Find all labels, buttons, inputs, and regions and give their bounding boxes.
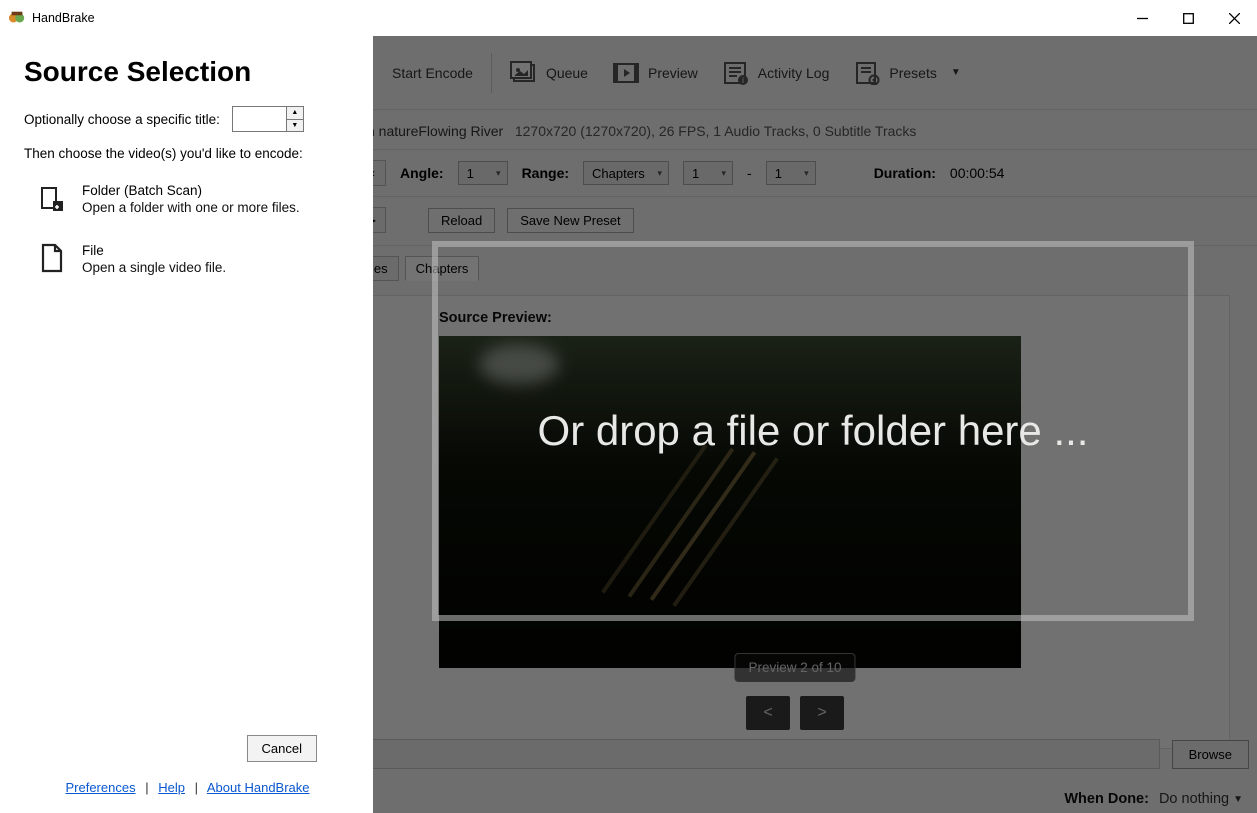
source-preview-label: Source Preview: <box>439 310 1213 326</box>
spin-up-button[interactable]: ▲ <box>286 106 304 120</box>
titlebar: HandBrake <box>0 0 1257 36</box>
activity-log-button[interactable]: i Activity Log <box>710 60 842 86</box>
range-type-select[interactable]: Chapters▾ <box>583 161 669 185</box>
folder-option-subtitle: Open a folder with one or more files. <box>82 200 300 215</box>
close-button[interactable] <box>1211 2 1257 34</box>
preview-count-badge: Preview 2 of 10 <box>734 653 855 682</box>
presets-icon <box>853 60 881 86</box>
preview-prev-button[interactable]: < <box>746 696 790 730</box>
tab-chapters[interactable]: Chapters <box>405 256 480 281</box>
reload-button[interactable]: Reload <box>428 208 495 233</box>
chevron-down-icon: ▼ <box>951 67 961 78</box>
output-row: Browse <box>360 739 1249 769</box>
footer-links: Preferences | Help | About HandBrake <box>65 780 309 795</box>
queue-icon <box>510 60 538 86</box>
folder-option-title: Folder (Batch Scan) <box>82 183 300 198</box>
queue-button[interactable]: Queue <box>498 60 600 86</box>
presets-button[interactable]: Presets ▼ <box>841 60 972 86</box>
range-label: Range: <box>522 165 569 181</box>
browse-button[interactable]: Browse <box>1172 740 1249 769</box>
output-path-field[interactable] <box>360 739 1160 769</box>
angle-label: Angle: <box>400 165 444 181</box>
preferences-link[interactable]: Preferences <box>65 780 135 795</box>
angle-select[interactable]: 1▾ <box>458 161 508 185</box>
specific-title-label: Optionally choose a specific title: <box>24 112 220 127</box>
open-file-option[interactable]: File Open a single video file. <box>24 243 351 275</box>
save-new-preset-button[interactable]: Save New Preset <box>507 208 633 233</box>
panel-title: Source Selection <box>24 56 351 88</box>
file-option-subtitle: Open a single video file. <box>82 260 226 275</box>
file-option-title: File <box>82 243 226 258</box>
choose-videos-label: Then choose the video(s) you'd like to e… <box>24 146 351 161</box>
range-separator: - <box>747 165 752 181</box>
preview-thumbnail <box>439 336 1021 668</box>
about-link[interactable]: About HandBrake <box>207 780 310 795</box>
spin-down-button[interactable]: ▼ <box>286 120 304 133</box>
when-done-row: When Done: Do nothing▼ <box>1064 791 1243 807</box>
title-number-input[interactable]: ▲ ▼ <box>232 106 304 132</box>
source-selection-panel: Source Selection Optionally choose a spe… <box>0 36 373 813</box>
help-link[interactable]: Help <box>158 780 185 795</box>
preview-button[interactable]: Preview <box>600 60 710 86</box>
maximize-button[interactable] <box>1165 2 1211 34</box>
start-encode-button[interactable]: Start Encode <box>380 65 485 81</box>
chevron-down-icon: ▼ <box>1233 794 1243 805</box>
toolbar-separator <box>491 53 492 93</box>
range-end-select[interactable]: 1▾ <box>766 161 816 185</box>
duration-label: Duration: <box>874 165 936 181</box>
cancel-button[interactable]: Cancel <box>247 735 317 762</box>
preview-next-button[interactable]: > <box>800 696 844 730</box>
duration-value: 00:00:54 <box>950 165 1005 181</box>
preview-icon <box>612 60 640 86</box>
folder-icon <box>36 183 68 215</box>
window-title: HandBrake <box>32 11 95 25</box>
when-done-select[interactable]: Do nothing▼ <box>1159 791 1243 807</box>
file-icon <box>36 243 68 275</box>
app-icon <box>8 9 26 27</box>
svg-text:i: i <box>742 76 744 85</box>
when-done-label: When Done: <box>1064 791 1149 807</box>
open-folder-option[interactable]: Folder (Batch Scan) Open a folder with o… <box>24 183 351 215</box>
activity-log-icon: i <box>722 60 750 86</box>
range-start-select[interactable]: 1▾ <box>683 161 733 185</box>
minimize-button[interactable] <box>1119 2 1165 34</box>
